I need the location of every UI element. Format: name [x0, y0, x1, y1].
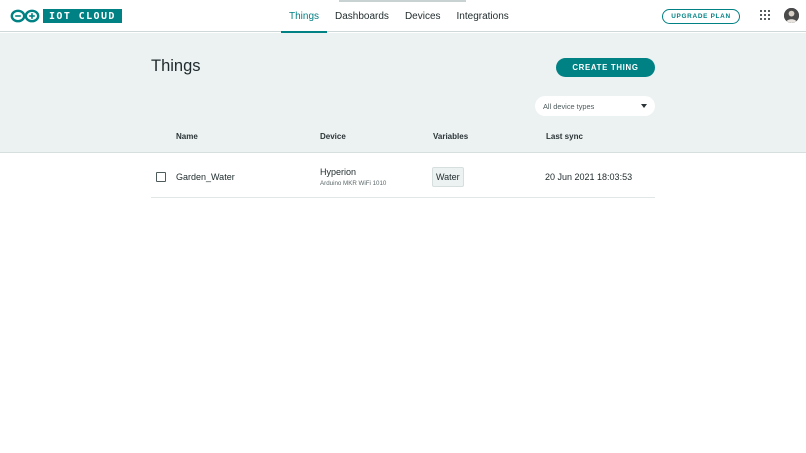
- tab-dashboards[interactable]: Dashboards: [327, 0, 397, 32]
- things-header-band: [0, 33, 806, 153]
- device-type-filter[interactable]: All device types: [535, 96, 655, 116]
- variable-chip[interactable]: Water: [432, 167, 464, 187]
- logo-text: IOT CLOUD: [43, 9, 122, 23]
- device-name: Hyperion: [320, 167, 357, 177]
- user-avatar[interactable]: [784, 8, 799, 23]
- column-header-variables[interactable]: Variables: [433, 132, 468, 141]
- tab-things[interactable]: Things: [281, 0, 328, 33]
- device-type: Arduino MKR WiFi 1010: [320, 180, 387, 187]
- last-sync: 20 Jun 2021 18:03:53: [545, 172, 633, 182]
- device-type-filter-value: All device types: [543, 101, 595, 111]
- column-header-last-sync[interactable]: Last sync: [546, 132, 583, 141]
- page-title: Things: [151, 57, 201, 75]
- apps-grid-icon[interactable]: [760, 10, 771, 21]
- tab-devices[interactable]: Devices: [397, 0, 449, 32]
- avatar-icon: [784, 8, 799, 23]
- tab-integrations[interactable]: Integrations: [449, 0, 517, 32]
- main-nav: Things Dashboards Devices Integrations: [281, 0, 517, 33]
- column-header-device[interactable]: Device: [320, 132, 346, 141]
- table-row[interactable]: Garden_Water Hyperion Arduino MKR WiFi 1…: [151, 156, 655, 198]
- upgrade-plan-button[interactable]: UPGRADE PLAN: [662, 9, 740, 24]
- arduino-infinity-icon: [10, 9, 40, 23]
- create-thing-button[interactable]: CREATE THING: [556, 58, 655, 77]
- top-navigation-bar: IOT CLOUD Things Dashboards Devices Inte…: [0, 0, 806, 33]
- arduino-iot-cloud-logo[interactable]: IOT CLOUD: [10, 9, 122, 23]
- column-header-name[interactable]: Name: [176, 132, 198, 141]
- row-checkbox[interactable]: [156, 172, 166, 182]
- thing-name: Garden_Water: [176, 172, 235, 182]
- caret-down-icon: [641, 104, 647, 108]
